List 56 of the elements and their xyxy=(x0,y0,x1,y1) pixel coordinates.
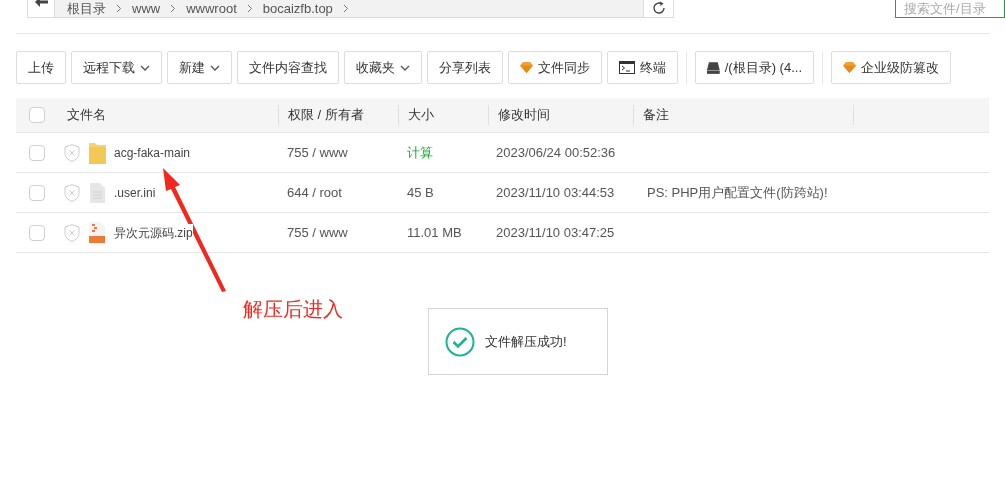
chevron-right-icon xyxy=(246,4,253,13)
breadcrumb-item[interactable]: wwwroot xyxy=(186,2,237,15)
chevron-right-icon xyxy=(170,4,177,13)
caret-icon xyxy=(140,64,150,71)
toast-message: 文件解压成功! xyxy=(485,332,567,351)
modified-time: 2023/11/10 03:44:53 xyxy=(496,184,615,200)
toolbar-button[interactable]: 新建 xyxy=(167,51,232,84)
chevron-right-icon xyxy=(116,4,122,13)
file-size: 45 B xyxy=(407,184,434,200)
file-note[interactable]: PS: PHP用户配置文件(防跨站)! xyxy=(647,184,828,200)
permission-owner[interactable]: 644 / root xyxy=(287,184,342,200)
row-checkbox[interactable] xyxy=(29,184,45,201)
document-icon xyxy=(89,182,105,203)
toolbar-button[interactable]: 文件同步 xyxy=(508,51,602,84)
chevron-right-icon xyxy=(342,4,349,13)
file-name[interactable]: 异次元源码.zip xyxy=(114,223,193,242)
diamond-icon xyxy=(843,62,856,73)
folder-icon xyxy=(88,141,106,164)
caret-icon xyxy=(400,64,410,71)
toolbar-button[interactable]: /(根目录) (4... xyxy=(695,51,814,84)
diamond-icon xyxy=(520,62,533,73)
toolbar-button[interactable]: 企业级防篡改 xyxy=(831,51,951,84)
breadcrumb-item[interactable]: bocaizfb.top xyxy=(262,2,333,15)
select-all-checkbox[interactable] xyxy=(29,107,45,123)
annotation-text: 解压后进入 xyxy=(243,297,343,322)
hard-drive-icon xyxy=(707,61,720,74)
modified-time: 2023/11/10 03:47:25 xyxy=(496,224,615,240)
toolbar-button[interactable]: 上传 xyxy=(16,51,66,84)
row-checkbox[interactable] xyxy=(29,144,45,161)
permission-owner[interactable]: 755 / www xyxy=(287,224,348,240)
caret-icon xyxy=(210,64,220,71)
toolbar-button[interactable]: 终端 xyxy=(607,51,678,84)
zip-file-icon xyxy=(89,222,105,243)
terminal-icon xyxy=(619,61,635,74)
column-header[interactable]: 大小 xyxy=(408,105,434,125)
breadcrumb-item[interactable]: www xyxy=(132,2,161,15)
column-header[interactable]: 文件名 xyxy=(67,105,106,125)
success-check-icon xyxy=(445,326,475,357)
toolbar-button[interactable]: 远程下载 xyxy=(71,51,162,84)
column-header[interactable]: 修改时间 xyxy=(498,105,550,125)
permission-owner[interactable]: 755 / www xyxy=(287,144,348,160)
breadcrumb-item[interactable]: 根目录 xyxy=(67,2,106,15)
row-checkbox[interactable] xyxy=(29,224,45,241)
modified-time: 2023/06/24 00:52:36 xyxy=(496,144,616,160)
shield-icon xyxy=(64,143,80,162)
shield-icon xyxy=(64,183,80,202)
search-field[interactable]: 搜索文件/目录 xyxy=(895,0,1005,18)
toolbar-button[interactable]: 收藏夹 xyxy=(344,51,422,84)
refresh-icon xyxy=(651,1,666,15)
shield-icon xyxy=(64,223,80,242)
file-size: 11.01 MB xyxy=(407,224,462,240)
column-header[interactable]: 权限 / 所有者 xyxy=(288,105,364,125)
column-header[interactable]: 备注 xyxy=(643,105,669,125)
toolbar-button[interactable]: 文件内容查找 xyxy=(237,51,339,84)
back-arrow-icon xyxy=(34,0,48,7)
toolbar-button[interactable]: 分享列表 xyxy=(427,51,503,84)
